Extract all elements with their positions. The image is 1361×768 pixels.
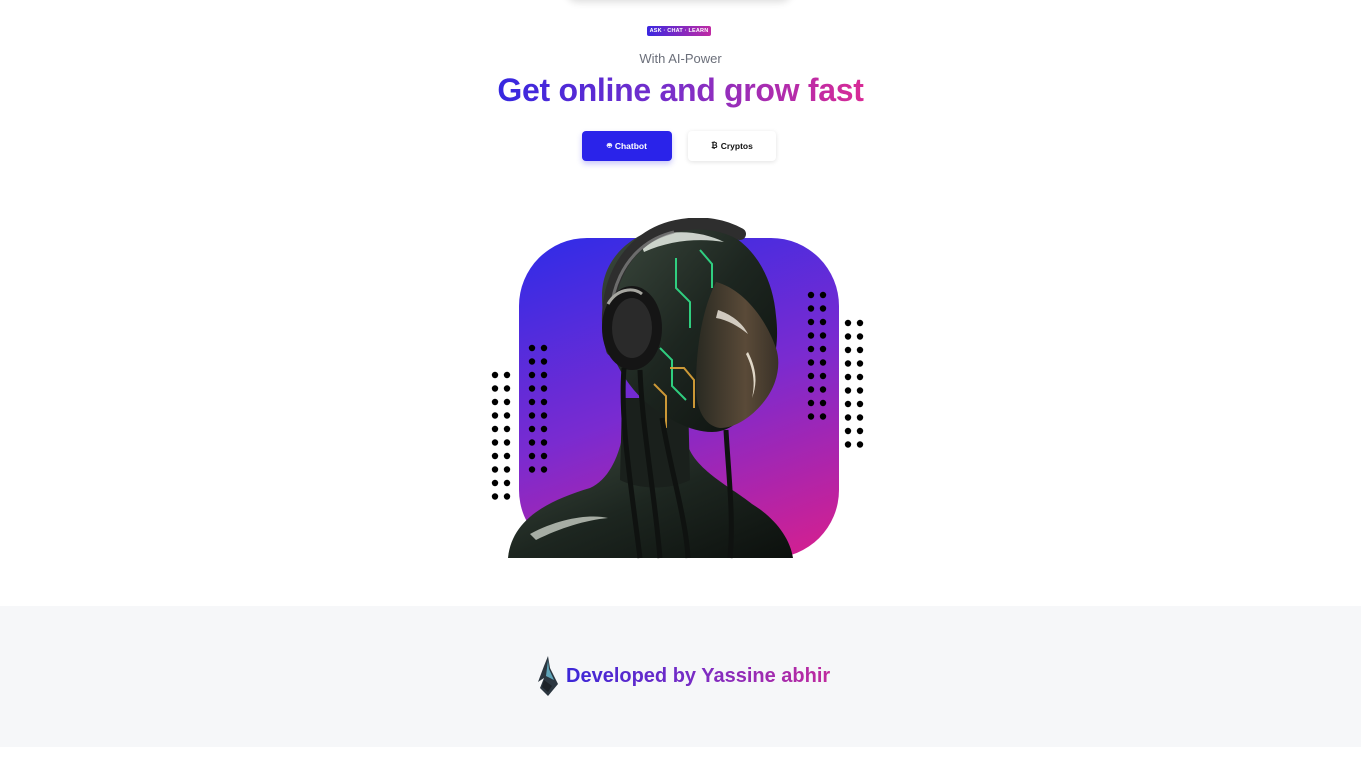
ya-logo-icon[interactable] bbox=[536, 656, 560, 696]
ai-figure-image bbox=[508, 218, 793, 559]
chatbot-button[interactable]: 🤖︎ Chatbot bbox=[582, 131, 672, 161]
cryptos-button-label: Cryptos bbox=[720, 141, 753, 151]
hero-illustration bbox=[490, 218, 870, 560]
footer: Developed by Yassine abhir bbox=[0, 606, 1361, 747]
hero-headline: Get online and grow fast bbox=[0, 71, 1361, 109]
hero-section: ASK · CHAT · LEARN With AI-Power Get onl… bbox=[0, 0, 1361, 606]
hero-badge: ASK · CHAT · LEARN bbox=[647, 26, 711, 36]
hero-subtitle: With AI-Power bbox=[639, 51, 722, 66]
hero-headline-text: Get online and grow fast bbox=[497, 72, 864, 108]
robot-icon: 🤖︎ bbox=[607, 141, 612, 150]
cryptos-button[interactable]: ₿ Cryptos bbox=[688, 131, 776, 161]
chatbot-button-label: Chatbot bbox=[614, 141, 647, 151]
bitcoin-icon: ₿ bbox=[711, 141, 718, 150]
footer-text: Developed by Yassine abhir bbox=[566, 664, 831, 687]
footer-credit: Developed by Yassine abhir bbox=[536, 656, 830, 696]
